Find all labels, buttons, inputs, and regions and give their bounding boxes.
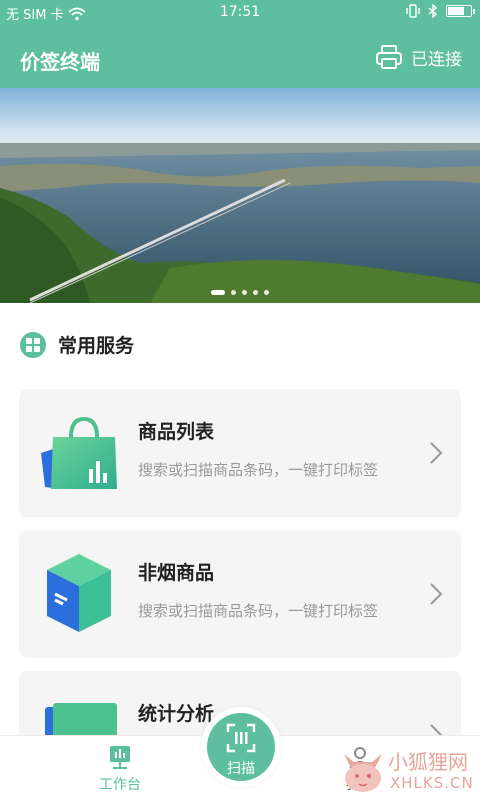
chevron-right-icon xyxy=(430,583,443,605)
carousel-dot[interactable] xyxy=(242,290,247,295)
connection-status-label: 已连接 xyxy=(411,49,462,70)
shopping-bag-icon xyxy=(41,416,117,489)
bluetooth-icon xyxy=(428,4,438,18)
printer-connection-button[interactable]: 已连接 xyxy=(375,44,462,70)
watermark-cn: 小狐狸网 xyxy=(388,750,468,774)
battery-fill xyxy=(448,7,464,15)
service-desc: 搜索或扫描商品条码，一键打印标签 xyxy=(138,461,379,479)
carousel-dots xyxy=(0,290,480,295)
service-desc: 搜索或扫描商品条码，一键打印标签 xyxy=(138,602,379,620)
service-name: 统计分析 xyxy=(138,703,215,725)
fox-logo-icon xyxy=(344,754,382,792)
scan-button[interactable]: 扫描 xyxy=(207,713,275,781)
box-icon xyxy=(47,554,111,632)
battery-icon xyxy=(446,5,475,17)
page-title: 价签终端 xyxy=(20,50,100,74)
scan-label: 扫描 xyxy=(227,761,255,777)
status-right xyxy=(406,4,475,18)
status-bar: 无 SIM 卡 17:51 xyxy=(0,0,480,26)
watermark-en: XHLKS.CN xyxy=(390,774,474,792)
service-card-product-list[interactable]: 商品列表 搜索或扫描商品条码，一键打印标签 xyxy=(19,389,461,517)
workbench-icon xyxy=(110,746,130,769)
app-header: 价签终端 已连接 xyxy=(0,26,480,88)
service-name: 非烟商品 xyxy=(138,562,215,584)
services-header: 常用服务 xyxy=(20,331,134,358)
services-title: 常用服务 xyxy=(58,335,135,357)
banner-image xyxy=(0,88,480,303)
chevron-right-icon xyxy=(430,442,443,464)
watermark: 小狐狸网 XHLKS.CN xyxy=(338,738,478,798)
carousel-dot[interactable] xyxy=(253,290,258,295)
banner-carousel[interactable] xyxy=(0,88,480,303)
carousel-dot[interactable] xyxy=(264,290,269,295)
service-name: 商品列表 xyxy=(138,421,215,443)
nav-workbench[interactable]: 工作台 xyxy=(60,744,180,794)
service-card-non-tobacco[interactable]: 非烟商品 搜索或扫描商品条码，一键打印标签 xyxy=(19,530,461,658)
top-bar: 无 SIM 卡 17:51 价签终端 已连接 xyxy=(0,0,480,88)
scan-icon xyxy=(226,723,256,753)
nav-workbench-label: 工作台 xyxy=(99,777,141,793)
grid-icon xyxy=(20,331,46,358)
vibrate-icon xyxy=(406,4,420,18)
printer-icon xyxy=(376,45,402,69)
carousel-dot[interactable] xyxy=(231,290,236,295)
carousel-dot[interactable] xyxy=(211,290,225,295)
